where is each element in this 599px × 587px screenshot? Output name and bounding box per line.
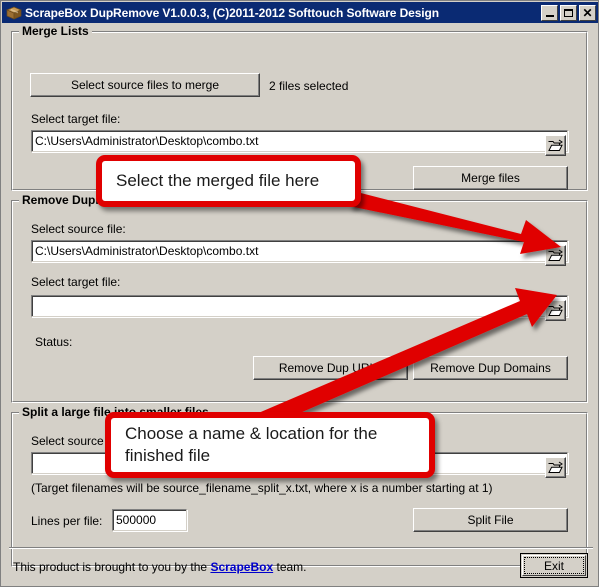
split-file-button[interactable]: Split File [413, 508, 568, 532]
open-folder-icon [548, 249, 563, 261]
lines-per-file-label: Lines per file: [31, 514, 103, 528]
minimize-button[interactable] [541, 4, 558, 21]
exit-button[interactable]: Exit [520, 553, 588, 578]
files-selected-status: 2 files selected [269, 79, 349, 93]
remove-dup-urls-button[interactable]: Remove Dup URLs [253, 356, 408, 380]
merge-target-input[interactable]: C:\Users\Administrator\Desktop\combo.txt [31, 130, 568, 152]
window-title: ScrapeBox DupRemove V1.0.0.3, (C)2011-20… [25, 5, 440, 20]
split-hint-text: (Target filenames will be source_filenam… [31, 481, 493, 495]
split-source-label: Select source file: [31, 434, 126, 448]
remove-target-label: Select target file: [31, 275, 121, 289]
select-source-files-to-merge-button[interactable]: Select source files to merge [30, 73, 260, 97]
merge-lists-title: Merge Lists [19, 24, 92, 38]
merge-target-browse-button[interactable] [545, 135, 566, 156]
open-folder-icon [548, 304, 563, 316]
remove-source-input[interactable]: C:\Users\Administrator\Desktop\combo.txt [31, 240, 568, 262]
footer-divider [9, 547, 593, 549]
scrapebox-link[interactable]: ScrapeBox [210, 560, 273, 574]
footer-text-after: team. [273, 560, 307, 574]
remove-status-label: Status: [35, 335, 73, 349]
remove-source-browse-button[interactable] [545, 245, 566, 266]
remove-target-browse-button[interactable] [545, 300, 566, 321]
open-folder-icon [548, 461, 563, 473]
open-folder-icon [548, 139, 563, 151]
close-icon: ✕ [582, 5, 593, 20]
minimize-icon [545, 14, 554, 17]
maximize-button[interactable] [560, 4, 577, 21]
footer-text-before: This product is brought to you by the [13, 560, 211, 574]
lines-per-file-input[interactable]: 500000 [112, 509, 187, 531]
split-source-input[interactable] [31, 452, 568, 474]
footer-credit: This product is brought to you by the Sc… [13, 560, 307, 574]
merge-target-label: Select target file: [31, 112, 121, 126]
remove-dup-domains-button[interactable]: Remove Dup Domains [413, 356, 568, 380]
window-controls: ✕ [541, 4, 597, 21]
exit-button-label: Exit [543, 558, 564, 573]
close-button[interactable]: ✕ [579, 4, 596, 21]
merge-files-button[interactable]: Merge files [413, 166, 568, 190]
remove-duplicates-title: Remove Duplicate URLs or Domains [19, 193, 234, 207]
remove-target-input[interactable] [31, 295, 568, 317]
dupremove-window: ScrapeBox DupRemove V1.0.0.3, (C)2011-20… [0, 0, 599, 587]
split-source-browse-button[interactable] [545, 457, 566, 478]
box-package-icon [6, 5, 22, 21]
split-file-title: Split a large file into smaller files [19, 405, 212, 419]
title-bar: ScrapeBox DupRemove V1.0.0.3, (C)2011-20… [2, 2, 598, 23]
remove-source-label: Select source file: [31, 222, 126, 236]
client-area: Merge Lists Select source files to merge… [2, 23, 598, 586]
maximize-icon [564, 8, 573, 17]
